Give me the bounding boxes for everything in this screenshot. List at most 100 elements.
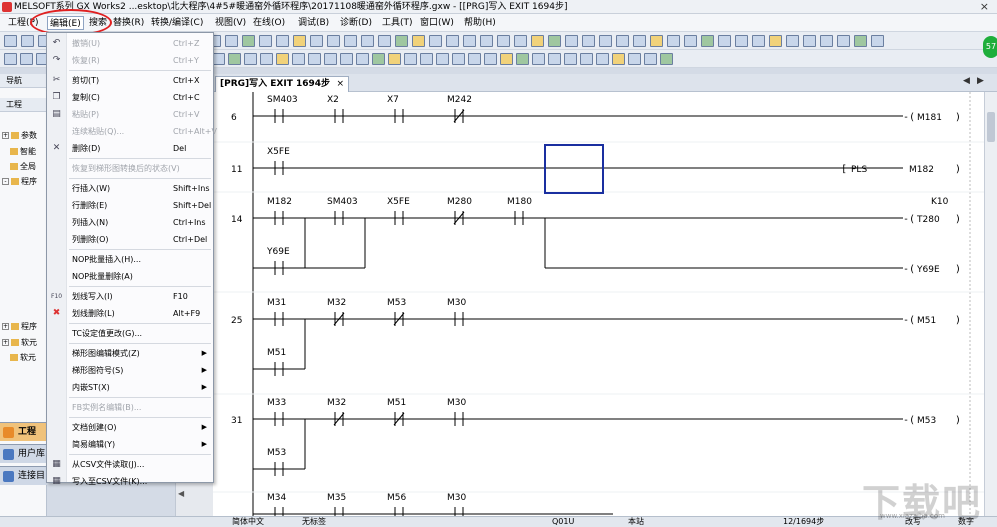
- toolbar-button-icon[interactable]: [404, 53, 417, 65]
- toolbar-button-icon[interactable]: [276, 35, 289, 47]
- toolbar-button-icon[interactable]: [500, 53, 513, 65]
- edit-menu-item[interactable]: NOP批量删除(A): [47, 268, 213, 285]
- toolbar-button-icon[interactable]: [429, 35, 442, 47]
- scroll-left-arrow[interactable]: ◀: [178, 489, 184, 498]
- menu-online[interactable]: 在线(O): [251, 16, 287, 30]
- tab-scroll-right-icon[interactable]: ▶: [977, 76, 984, 86]
- edit-menu-item[interactable]: ▦ 写入至CSV文件(K)...: [47, 473, 213, 490]
- toolbar-button-icon[interactable]: [616, 35, 629, 47]
- window-close-button[interactable]: ×: [980, 0, 989, 13]
- vertical-scrollbar[interactable]: [984, 92, 997, 516]
- toolbar-button-icon[interactable]: [327, 35, 340, 47]
- menu-replace[interactable]: 替换(R): [111, 16, 146, 30]
- toolbar-button-icon[interactable]: [660, 53, 673, 65]
- notification-badge[interactable]: 57: [983, 36, 997, 58]
- toolbar-button-icon[interactable]: [324, 53, 337, 65]
- nav-button-connection[interactable]: 连接目: [0, 466, 47, 485]
- nav-button-project[interactable]: 工程: [0, 422, 47, 441]
- edit-menu-item[interactable]: ❐ 复制(C) Ctrl+C: [47, 89, 213, 106]
- toolbar-button-icon[interactable]: [308, 53, 321, 65]
- toolbar-button-icon[interactable]: [820, 35, 833, 47]
- scrollbar-thumb[interactable]: [987, 112, 995, 142]
- edit-menu-item[interactable]: NOP批量插入(H)...: [47, 251, 213, 268]
- ladder-editor[interactable]: 6 SM403 X2 X7 M242 -(M181) 11 X5FE[PLS M182) 14 M1…: [213, 92, 984, 516]
- menu-debug[interactable]: 调试(B): [296, 16, 331, 30]
- menu-tools[interactable]: 工具(T): [380, 16, 415, 30]
- toolbar-button-icon[interactable]: [356, 53, 369, 65]
- toolbar-button-icon[interactable]: [803, 35, 816, 47]
- toolbar-button-icon[interactable]: [225, 35, 238, 47]
- toolbar-button-icon[interactable]: [628, 53, 641, 65]
- tree-item-global[interactable]: 全局: [10, 161, 36, 172]
- toolbar-button-icon[interactable]: [378, 35, 391, 47]
- edit-menu-item[interactable]: 恢复到梯形图转换后的状态(V): [47, 160, 213, 177]
- menu-view[interactable]: 视图(V): [213, 16, 248, 30]
- toolbar-button-icon[interactable]: [20, 53, 33, 65]
- toolbar-button-icon[interactable]: [582, 35, 595, 47]
- menu-convert[interactable]: 转换/编译(C): [149, 16, 205, 30]
- toolbar-button-icon[interactable]: [596, 53, 609, 65]
- toolbar-button-icon[interactable]: [452, 53, 465, 65]
- toolbar-button-icon[interactable]: [412, 35, 425, 47]
- toolbar-button-icon[interactable]: [463, 35, 476, 47]
- tree-item-device-init[interactable]: 软元: [10, 352, 36, 363]
- toolbar-button-icon[interactable]: [650, 35, 663, 47]
- toolbar-button-icon[interactable]: [484, 53, 497, 65]
- edit-menu-item[interactable]: 连续粘贴(Q)... Ctrl+Alt+V: [47, 123, 217, 140]
- toolbar-button-icon[interactable]: [344, 35, 357, 47]
- toolbar-button-icon[interactable]: [769, 35, 782, 47]
- toolbar-button-icon[interactable]: [532, 53, 545, 65]
- toolbar-button-icon[interactable]: [580, 53, 593, 65]
- editor-cursor[interactable]: [544, 144, 604, 194]
- toolbar-button-icon[interactable]: [565, 35, 578, 47]
- toolbar-button-icon[interactable]: [599, 35, 612, 47]
- toolbar-button-icon[interactable]: [388, 53, 401, 65]
- toolbar-button-icon[interactable]: [786, 35, 799, 47]
- toolbar-button-icon[interactable]: [340, 53, 353, 65]
- toolbar-button-icon[interactable]: [854, 35, 867, 47]
- edit-menu-item[interactable]: ↶ 撤销(U) Ctrl+Z: [47, 35, 213, 52]
- toolbar-button-icon[interactable]: [667, 35, 680, 47]
- toolbar-button-icon[interactable]: [548, 35, 561, 47]
- toolbar-button-icon[interactable]: [259, 35, 272, 47]
- toolbar-button-icon[interactable]: [4, 35, 17, 47]
- edit-menu-item[interactable]: 列插入(N) Ctrl+Ins: [47, 214, 213, 231]
- toolbar-button-icon[interactable]: [548, 53, 561, 65]
- edit-menu-item[interactable]: ✖ 划线删除(L) Alt+F9: [47, 305, 213, 322]
- tree-item-program[interactable]: + 程序: [2, 321, 37, 332]
- toolbar-button-icon[interactable]: [446, 35, 459, 47]
- toolbar-button-icon[interactable]: [244, 53, 257, 65]
- toolbar-button-icon[interactable]: [871, 35, 884, 47]
- menu-window[interactable]: 窗口(W): [418, 16, 456, 30]
- edit-menu-item[interactable]: TC设定值更改(G)...: [47, 325, 213, 342]
- ladder-diagram[interactable]: 6SM403 X2 X7 M242-(M181)11X5FE[PLS M182)14M1…: [213, 92, 984, 516]
- toolbar-button-icon[interactable]: [718, 35, 731, 47]
- nav-button-user-library[interactable]: 用户库: [0, 444, 47, 463]
- toolbar-button-icon[interactable]: [276, 53, 289, 65]
- edit-menu-item[interactable]: ✕ 删除(D) Del: [47, 140, 213, 157]
- edit-menu-item[interactable]: 内嵌ST(X) ▶: [47, 379, 213, 396]
- edit-menu-item[interactable]: 梯形图符号(S) ▶: [47, 362, 213, 379]
- tree-item-device-memory[interactable]: + 软元: [2, 337, 37, 348]
- edit-menu-item[interactable]: ✂ 剪切(T) Ctrl+X: [47, 72, 213, 89]
- toolbar-button-icon[interactable]: [228, 53, 241, 65]
- tree-item-program-settings[interactable]: - 程序: [2, 176, 37, 187]
- toolbar-button-icon[interactable]: [372, 53, 385, 65]
- toolbar-button-icon[interactable]: [395, 35, 408, 47]
- tab-prg-editor[interactable]: [PRG]写入 EXIT 1694步 ×: [215, 76, 350, 92]
- toolbar-button-icon[interactable]: [514, 35, 527, 47]
- toolbar-button-icon[interactable]: [480, 35, 493, 47]
- toolbar-button-icon[interactable]: [468, 53, 481, 65]
- toolbar-button-icon[interactable]: [684, 35, 697, 47]
- toolbar-button-icon[interactable]: [735, 35, 748, 47]
- toolbar-button-icon[interactable]: [21, 35, 34, 47]
- toolbar-button-icon[interactable]: [4, 53, 17, 65]
- toolbar-button-icon[interactable]: [293, 35, 306, 47]
- toolbar-button-icon[interactable]: [752, 35, 765, 47]
- edit-menu-item[interactable]: ▦ 从CSV文件读取(J)...: [47, 456, 213, 473]
- toolbar-button-icon[interactable]: [260, 53, 273, 65]
- tree-item-intelligent[interactable]: 智能: [10, 146, 36, 157]
- toolbar-button-icon[interactable]: [420, 53, 433, 65]
- edit-menu-item[interactable]: ▤ 粘贴(P) Ctrl+V: [47, 106, 213, 123]
- edit-menu-item[interactable]: 行插入(W) Shift+Ins: [47, 180, 213, 197]
